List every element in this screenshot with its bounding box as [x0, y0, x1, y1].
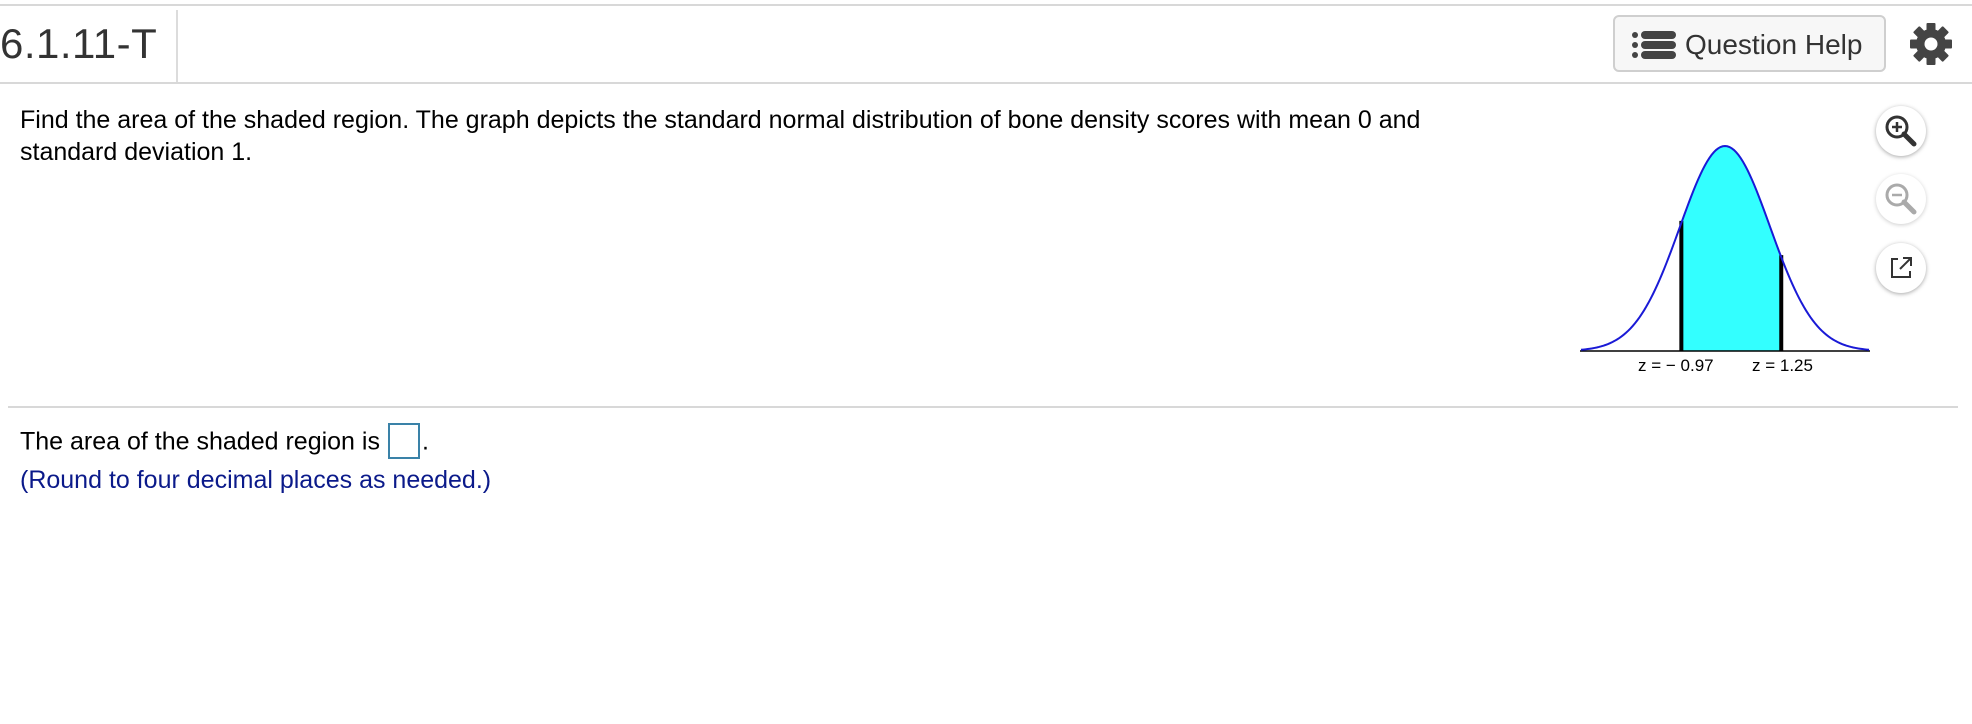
z-right-label: z = 1.25: [1752, 356, 1813, 375]
answer-suffix: .: [421, 427, 429, 456]
external-link-icon: [1891, 257, 1912, 278]
header-divider: [176, 10, 178, 82]
answer-input[interactable]: [387, 423, 420, 459]
gear-icon[interactable]: [1909, 22, 1953, 66]
question-header: 6.1.11-T Question Help: [0, 6, 1972, 84]
list-icon: [1632, 31, 1676, 59]
question-help-label: Question Help: [1685, 29, 1863, 60]
answer-line: The area of the shaded region is.: [20, 423, 429, 461]
rounding-hint: (Round to four decimal places as needed.…: [20, 466, 492, 494]
zoom-in-button[interactable]: [1876, 106, 1926, 156]
zoom-out-icon: [1885, 183, 1917, 215]
shaded-region: [1681, 146, 1782, 351]
answer-prefix: The area of the shaded region is: [20, 427, 380, 456]
question-help-button[interactable]: Question Help: [1613, 15, 1886, 72]
popout-button[interactable]: [1876, 243, 1926, 293]
z-left-label: z = − 0.97: [1638, 356, 1714, 375]
normal-distribution-graph: [1580, 144, 1870, 352]
question-id: 6.1.11-T: [0, 20, 158, 67]
question-text: Find the area of the shaded region. The …: [20, 106, 1421, 166]
zoom-in-icon: [1885, 115, 1917, 147]
section-divider: [8, 406, 1958, 408]
zoom-out-button[interactable]: [1876, 174, 1926, 224]
